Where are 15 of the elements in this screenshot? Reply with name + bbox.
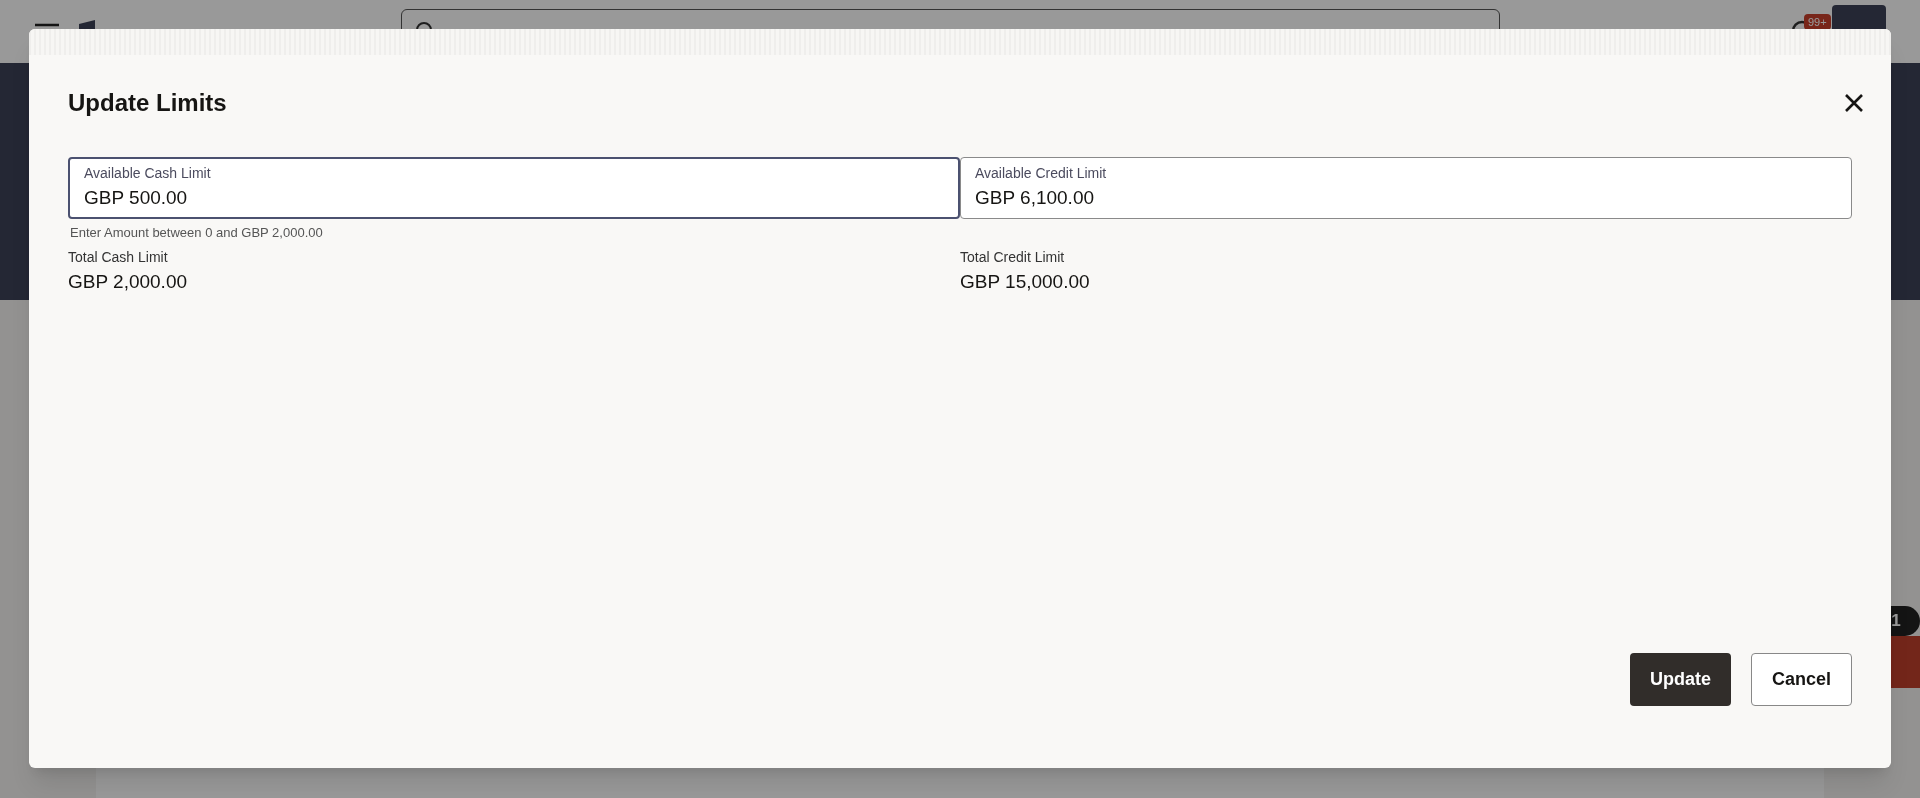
total-value: GBP 2,000.00 (68, 269, 189, 294)
close-icon[interactable] (1843, 92, 1865, 114)
input-field[interactable]: Available Cash Limit GBP 500.00 (68, 157, 960, 219)
field-value: GBP 6,100.00 (975, 186, 1096, 211)
cancel-button[interactable]: Cancel (1750, 653, 1852, 706)
field-value: GBP 500.00 (84, 186, 189, 211)
helper-text: Enter Amount between 0 and GBP 2,000.00 (70, 224, 324, 242)
total-label: Total Cash Limit (68, 247, 169, 267)
input-field[interactable]: Available Credit Limit GBP 6,100.00 (960, 157, 1852, 219)
total-value: GBP 15,000.00 (960, 269, 1091, 294)
dialog-title: Update Limits (68, 88, 227, 118)
total-label: Total Credit Limit (960, 247, 1066, 267)
field-label: Available Cash Limit (84, 164, 212, 184)
field-label: Available Credit Limit (975, 164, 1108, 184)
update-button[interactable]: Update (1629, 653, 1731, 706)
